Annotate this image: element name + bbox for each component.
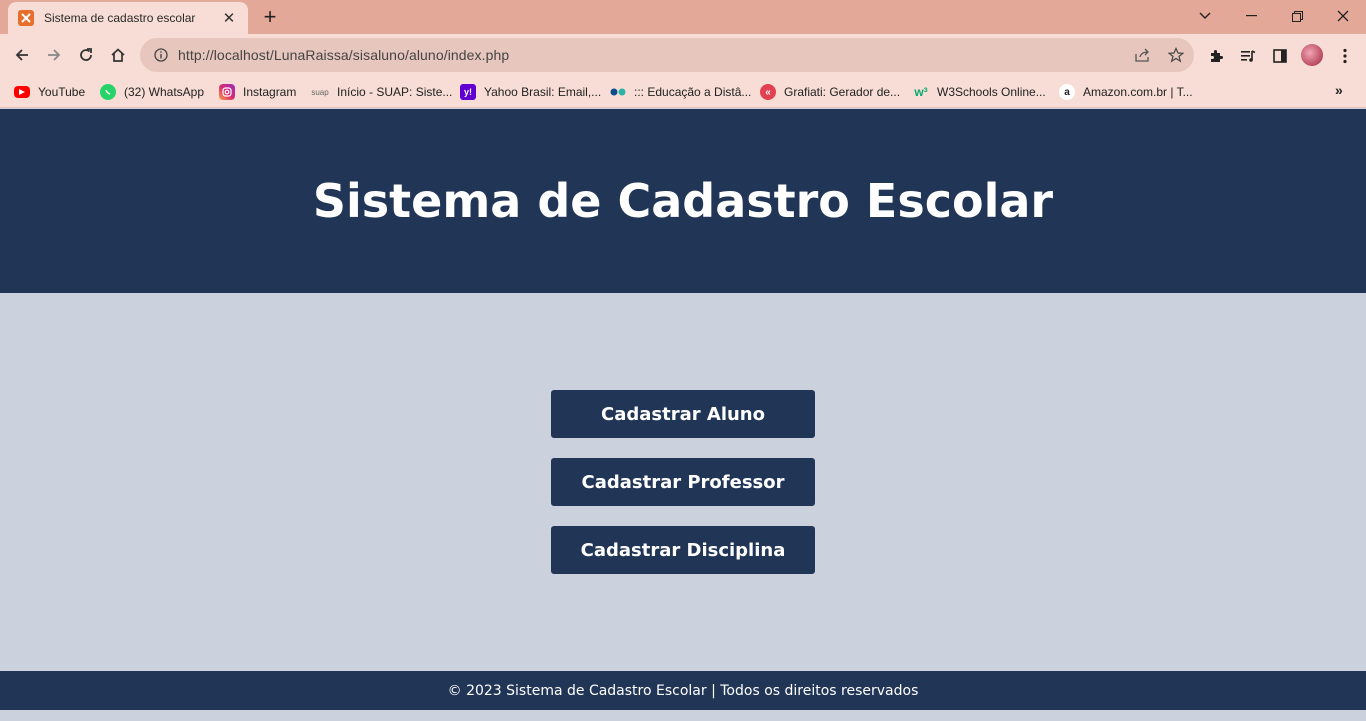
youtube-icon xyxy=(14,86,30,98)
bookmarks-bar: YouTube (32) WhatsApp Instagram suap Iní… xyxy=(0,76,1366,108)
yahoo-icon: y! xyxy=(460,84,476,100)
bookmark-instagram[interactable]: Instagram xyxy=(219,82,296,102)
xampp-favicon-icon xyxy=(18,10,34,26)
profile-avatar[interactable] xyxy=(1301,44,1323,66)
bookmark-label: ::: Educação a Distâ... xyxy=(634,85,752,99)
more-menu-icon[interactable] xyxy=(1333,44,1357,68)
whatsapp-icon xyxy=(100,84,116,100)
bookmark-label: Amazon.com.br | T... xyxy=(1083,85,1193,99)
forward-arrow-icon[interactable] xyxy=(40,41,68,69)
bookmark-label: Yahoo Brasil: Email,... xyxy=(484,85,602,99)
bookmark-grafiati[interactable]: « Grafiati: Gerador de... xyxy=(760,82,900,102)
grafiati-icon: « xyxy=(760,84,776,100)
new-tab-button[interactable]: + xyxy=(258,4,282,29)
url-text: http://localhost/LunaRaissa/sisaluno/alu… xyxy=(178,47,510,63)
bookmark-whatsapp[interactable]: (32) WhatsApp xyxy=(100,82,204,102)
side-panel-icon[interactable] xyxy=(1268,44,1292,68)
reload-icon[interactable] xyxy=(72,41,100,69)
close-window-button[interactable] xyxy=(1325,3,1361,29)
bookmarks-overflow-icon[interactable]: » xyxy=(1335,82,1343,98)
bookmark-label: W3Schools Online... xyxy=(937,85,1046,99)
bookmark-w3schools[interactable]: w³ W3Schools Online... xyxy=(913,82,1046,102)
tab-close-icon[interactable]: ✕ xyxy=(220,9,238,27)
bookmark-label: Início - SUAP: Siste... xyxy=(337,85,453,99)
bookmark-label: Instagram xyxy=(243,85,297,99)
ead-icon xyxy=(610,84,626,100)
instagram-icon xyxy=(219,84,235,100)
bookmark-label: (32) WhatsApp xyxy=(124,85,205,99)
tab-title: Sistema de cadastro escolar xyxy=(44,11,196,25)
bookmark-label: YouTube xyxy=(38,85,86,99)
browser-titlebar: Sistema de cadastro escolar ✕ + xyxy=(0,0,1366,34)
site-info-icon[interactable] xyxy=(152,46,170,64)
cadastrar-professor-button[interactable]: Cadastrar Professor xyxy=(551,458,815,506)
page-footer: © 2023 Sistema de Cadastro Escolar | Tod… xyxy=(0,671,1366,710)
suap-icon: suap xyxy=(311,87,329,97)
tab-search-icon[interactable] xyxy=(1187,3,1223,29)
cadastrar-aluno-button[interactable]: Cadastrar Aluno xyxy=(551,390,815,438)
cadastrar-disciplina-button[interactable]: Cadastrar Disciplina xyxy=(551,526,815,574)
bookmark-youtube[interactable]: YouTube xyxy=(14,82,85,102)
home-icon[interactable] xyxy=(104,41,132,69)
amazon-icon: a xyxy=(1059,84,1075,100)
browser-tab[interactable]: Sistema de cadastro escolar ✕ xyxy=(8,2,248,34)
main-content: Cadastrar Aluno Cadastrar Professor Cada… xyxy=(0,293,1366,671)
page-title: Sistema de Cadastro Escolar xyxy=(312,174,1054,228)
restore-button[interactable] xyxy=(1279,3,1315,29)
minimize-button[interactable] xyxy=(1233,3,1269,29)
bookmark-yahoo[interactable]: y! Yahoo Brasil: Email,... xyxy=(460,82,601,102)
page-header: Sistema de Cadastro Escolar xyxy=(0,109,1366,293)
bookmark-star-icon[interactable] xyxy=(1165,44,1187,66)
back-arrow-icon[interactable] xyxy=(8,41,36,69)
w3schools-icon: w³ xyxy=(914,85,928,99)
bookmark-label: Grafiati: Gerador de... xyxy=(784,85,901,99)
media-controls-icon[interactable] xyxy=(1236,44,1260,68)
footer-copyright: © 2023 Sistema de Cadastro Escolar | Tod… xyxy=(447,682,919,699)
bookmark-ead[interactable]: ::: Educação a Distâ... xyxy=(610,82,751,102)
browser-toolbar: http://localhost/LunaRaissa/sisaluno/alu… xyxy=(0,34,1366,76)
bookmark-suap[interactable]: suap Início - SUAP: Siste... xyxy=(311,82,452,102)
share-icon[interactable] xyxy=(1132,44,1154,66)
bookmark-amazon[interactable]: a Amazon.com.br | T... xyxy=(1059,82,1193,102)
extensions-icon[interactable] xyxy=(1204,44,1228,68)
address-bar[interactable]: http://localhost/LunaRaissa/sisaluno/alu… xyxy=(140,38,1194,72)
